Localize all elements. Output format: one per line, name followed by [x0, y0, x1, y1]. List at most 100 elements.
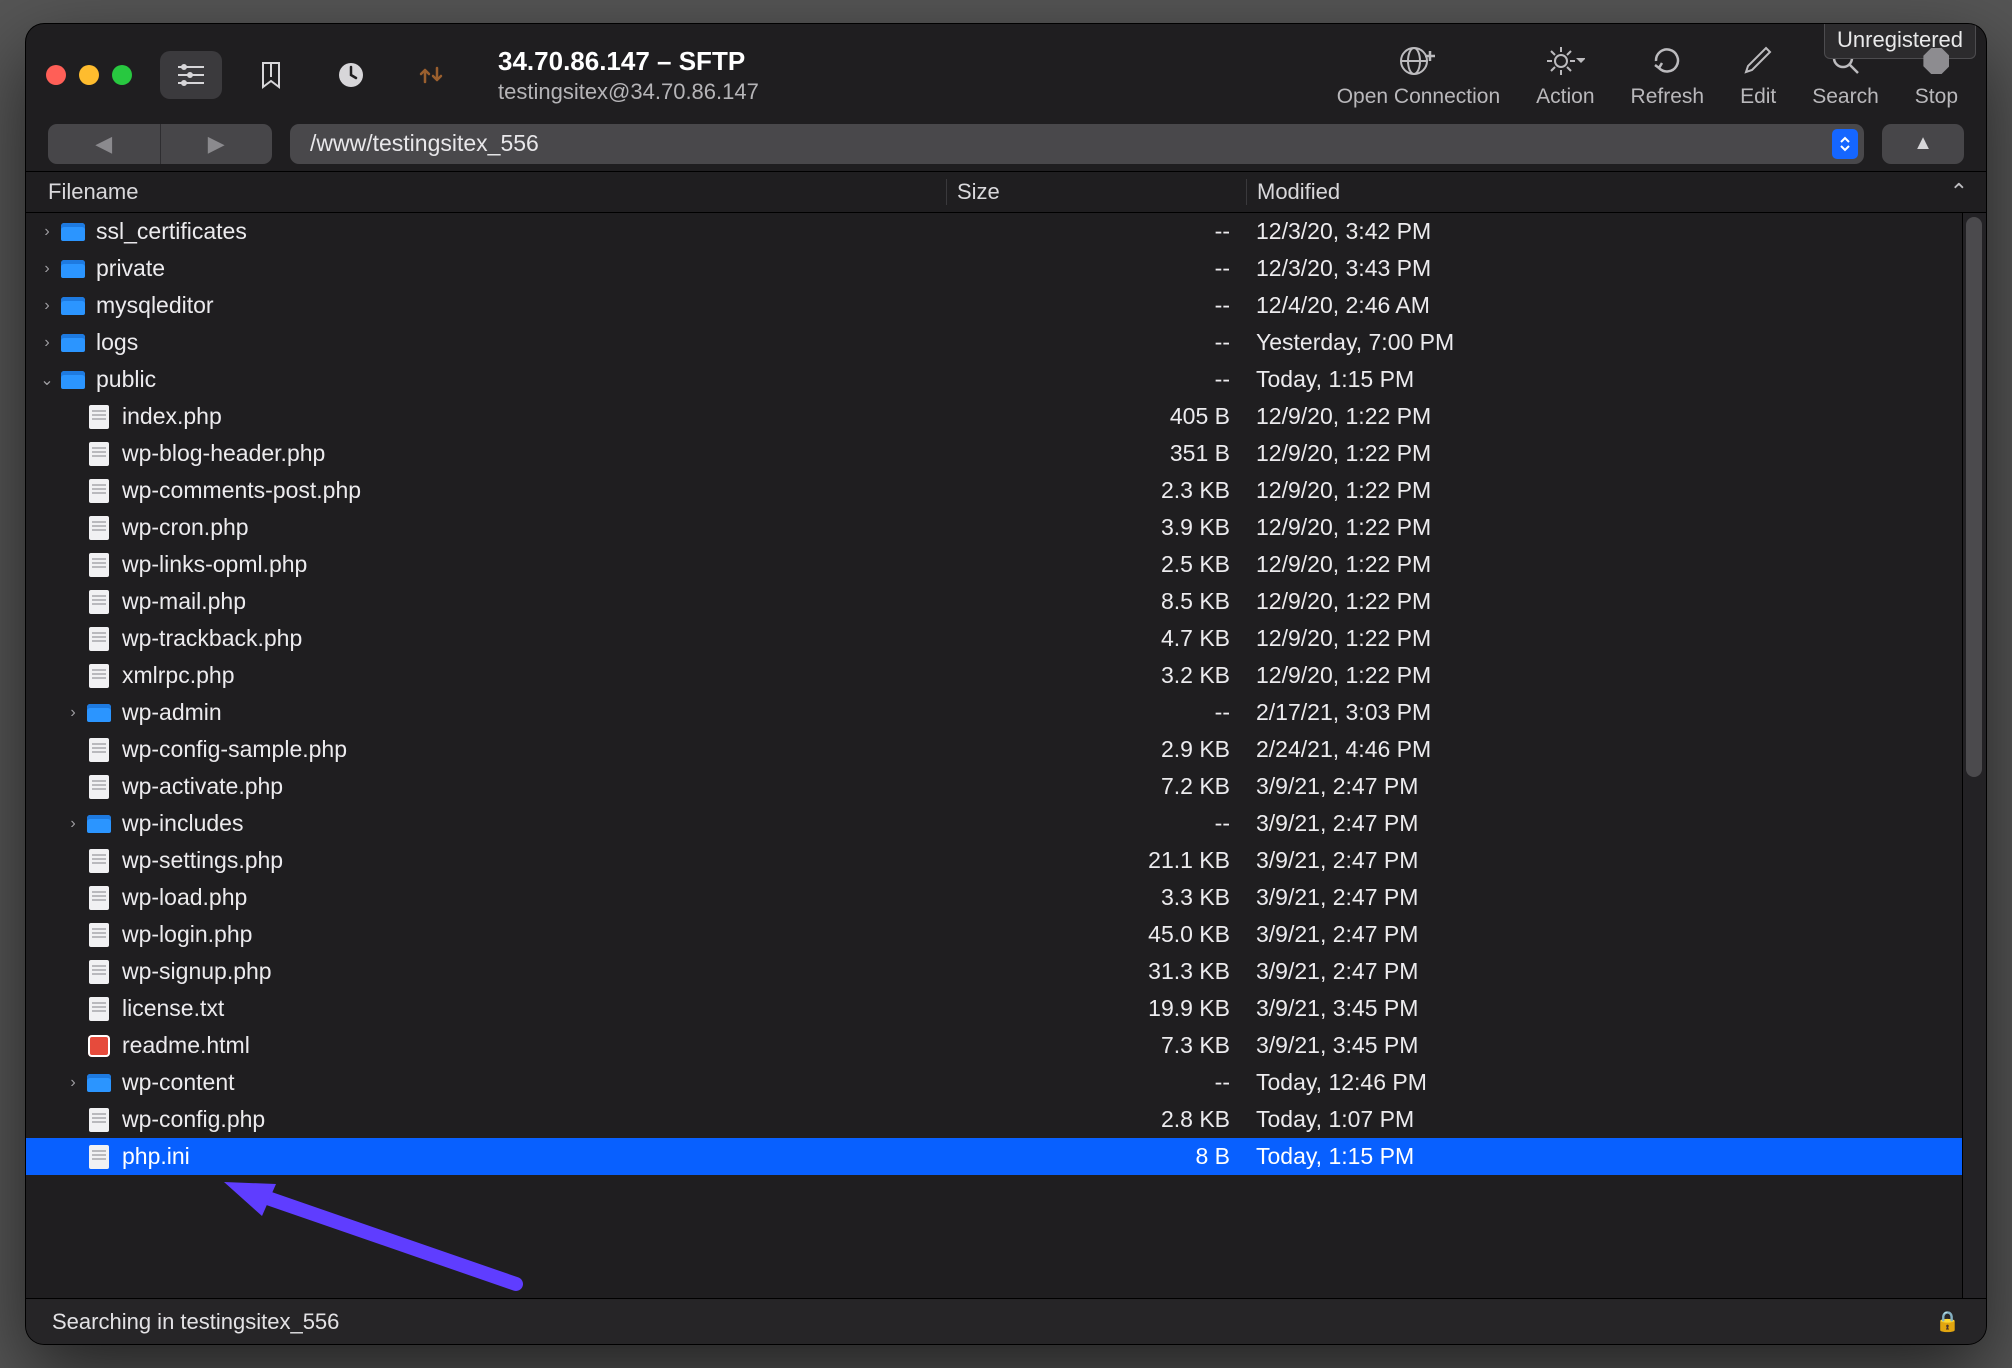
file-icon — [86, 589, 112, 615]
file-icon — [86, 1107, 112, 1133]
folder-icon — [86, 1070, 112, 1096]
path-dropdown-icon[interactable] — [1832, 129, 1858, 159]
col-filename[interactable]: Filename — [26, 179, 946, 205]
open-connection-button[interactable]: Open Connection — [1337, 41, 1500, 109]
edit-button[interactable]: Edit — [1740, 41, 1776, 109]
bookmarks-icon[interactable] — [240, 51, 302, 99]
file-modified: 12/9/20, 1:22 PM — [1246, 514, 1986, 541]
file-modified: 12/9/20, 1:22 PM — [1246, 477, 1986, 504]
table-row[interactable]: ›wp-admin--2/17/21, 3:03 PM — [26, 694, 1986, 731]
table-row[interactable]: ⌄public--Today, 1:15 PM — [26, 361, 1986, 398]
go-up-button[interactable]: ▲ — [1882, 124, 1964, 164]
table-row[interactable]: readme.html7.3 KB3/9/21, 3:45 PM — [26, 1027, 1986, 1064]
action-menu-button[interactable]: Action — [1536, 41, 1594, 109]
file-icon — [86, 404, 112, 430]
table-row[interactable]: index.php405 B12/9/20, 1:22 PM — [26, 398, 1986, 435]
folder-icon — [60, 256, 86, 282]
status-text: Searching in testingsitex_556 — [52, 1309, 339, 1335]
file-size: 4.7 KB — [946, 625, 1246, 652]
table-row[interactable]: php.ini8 BToday, 1:15 PM — [26, 1138, 1986, 1175]
history-icon[interactable] — [320, 51, 382, 99]
file-modified: 12/3/20, 3:42 PM — [1246, 218, 1986, 245]
disclosure-icon[interactable]: › — [60, 815, 86, 833]
file-size: -- — [946, 366, 1246, 393]
file-size: 7.2 KB — [946, 773, 1246, 800]
close-icon[interactable] — [46, 65, 66, 85]
nav-forward-button[interactable]: ▶ — [161, 124, 273, 164]
file-table: Filename Size Modified ⌃ › ssl_certificat… — [26, 171, 1986, 1298]
file-modified: Today, 1:15 PM — [1246, 366, 1986, 393]
table-row[interactable]: ›wp-includes--3/9/21, 2:47 PM — [26, 805, 1986, 842]
file-modified: 3/9/21, 2:47 PM — [1246, 773, 1986, 800]
table-row[interactable]: wp-config.php2.8 KBToday, 1:07 PM — [26, 1101, 1986, 1138]
action-label: Search — [1812, 85, 1879, 109]
zoom-icon[interactable] — [112, 65, 132, 85]
disclosure-icon[interactable]: › — [34, 260, 60, 278]
scrollbar-thumb[interactable] — [1966, 217, 1982, 777]
table-row[interactable]: ›private--12/3/20, 3:43 PM — [26, 250, 1986, 287]
file-modified: Yesterday, 7:00 PM — [1246, 329, 1986, 356]
toggle-sidebar-icon[interactable] — [160, 51, 222, 99]
table-row[interactable]: wp-signup.php31.3 KB3/9/21, 2:47 PM — [26, 953, 1986, 990]
path-field[interactable]: /www/testingsitex_556 — [290, 124, 1864, 164]
title-sub: testingsitex@34.70.86.147 — [498, 79, 759, 105]
disclosure-icon[interactable]: ⌄ — [34, 370, 60, 390]
refresh-button[interactable]: Refresh — [1631, 41, 1705, 109]
disclosure-icon[interactable]: › — [60, 1074, 86, 1092]
disclosure-icon[interactable]: › — [34, 334, 60, 352]
file-size: 7.3 KB — [946, 1032, 1246, 1059]
table-row[interactable]: wp-comments-post.php2.3 KB12/9/20, 1:22 … — [26, 472, 1986, 509]
table-row[interactable]: wp-blog-header.php351 B12/9/20, 1:22 PM — [26, 435, 1986, 472]
table-row[interactable]: wp-load.php3.3 KB3/9/21, 2:47 PM — [26, 879, 1986, 916]
table-row[interactable]: ›mysqleditor--12/4/20, 2:46 AM — [26, 287, 1986, 324]
file-size: 19.9 KB — [946, 995, 1246, 1022]
file-modified: 3/9/21, 2:47 PM — [1246, 958, 1986, 985]
col-size[interactable]: Size — [946, 179, 1246, 205]
table-row[interactable]: wp-settings.php21.1 KB3/9/21, 2:47 PM — [26, 842, 1986, 879]
file-name: wp-includes — [122, 810, 946, 837]
file-name: wp-signup.php — [122, 958, 946, 985]
table-row[interactable]: wp-activate.php7.2 KB3/9/21, 2:47 PM — [26, 768, 1986, 805]
table-row[interactable]: wp-trackback.php4.7 KB12/9/20, 1:22 PM — [26, 620, 1986, 657]
file-size: 2.9 KB — [946, 736, 1246, 763]
table-row[interactable]: ›wp-content--Today, 12:46 PM — [26, 1064, 1986, 1101]
file-name: wp-load.php — [122, 884, 946, 911]
file-size: 3.9 KB — [946, 514, 1246, 541]
file-name: xmlrpc.php — [122, 662, 946, 689]
file-modified: Today, 1:07 PM — [1246, 1106, 1986, 1133]
file-size: 3.2 KB — [946, 662, 1246, 689]
file-name: ssl_certificates — [96, 218, 946, 245]
table-row[interactable]: › ssl_certificates--12/3/20, 3:42 PM — [26, 213, 1986, 250]
table-row[interactable]: wp-links-opml.php2.5 KB12/9/20, 1:22 PM — [26, 546, 1986, 583]
table-row[interactable]: license.txt19.9 KB3/9/21, 3:45 PM — [26, 990, 1986, 1027]
file-name: private — [96, 255, 946, 282]
file-modified: 12/9/20, 1:22 PM — [1246, 625, 1986, 652]
nav-back-button[interactable]: ◀ — [48, 124, 161, 164]
file-icon — [86, 996, 112, 1022]
disclosure-icon[interactable]: › — [34, 223, 60, 241]
minimize-icon[interactable] — [79, 65, 99, 85]
file-modified: 3/9/21, 3:45 PM — [1246, 1032, 1986, 1059]
disclosure-icon[interactable]: › — [34, 297, 60, 315]
lock-icon: 🔒 — [1935, 1309, 1960, 1334]
path-text: /www/testingsitex_556 — [310, 130, 539, 157]
table-row[interactable]: wp-config-sample.php2.9 KB2/24/21, 4:46 … — [26, 731, 1986, 768]
table-row[interactable]: xmlrpc.php3.2 KB12/9/20, 1:22 PM — [26, 657, 1986, 694]
disclosure-icon[interactable]: › — [60, 704, 86, 722]
file-size: -- — [946, 810, 1246, 837]
col-modified[interactable]: Modified ⌃ — [1246, 179, 1986, 205]
file-modified: 3/9/21, 2:47 PM — [1246, 847, 1986, 874]
table-row[interactable]: wp-mail.php8.5 KB12/9/20, 1:22 PM — [26, 583, 1986, 620]
table-row[interactable]: wp-cron.php3.9 KB12/9/20, 1:22 PM — [26, 509, 1986, 546]
globe-plus-icon — [1398, 41, 1438, 81]
html-file-icon — [86, 1033, 112, 1059]
scrollbar-track[interactable] — [1962, 213, 1986, 1298]
file-name: wp-comments-post.php — [122, 477, 946, 504]
file-size: 8.5 KB — [946, 588, 1246, 615]
unregistered-badge: Unregistered — [1824, 24, 1976, 59]
table-row[interactable]: ›logs--Yesterday, 7:00 PM — [26, 324, 1986, 361]
file-size: -- — [946, 218, 1246, 245]
refresh-icon — [1650, 41, 1684, 81]
transfers-icon[interactable] — [400, 51, 462, 99]
table-row[interactable]: wp-login.php45.0 KB3/9/21, 2:47 PM — [26, 916, 1986, 953]
